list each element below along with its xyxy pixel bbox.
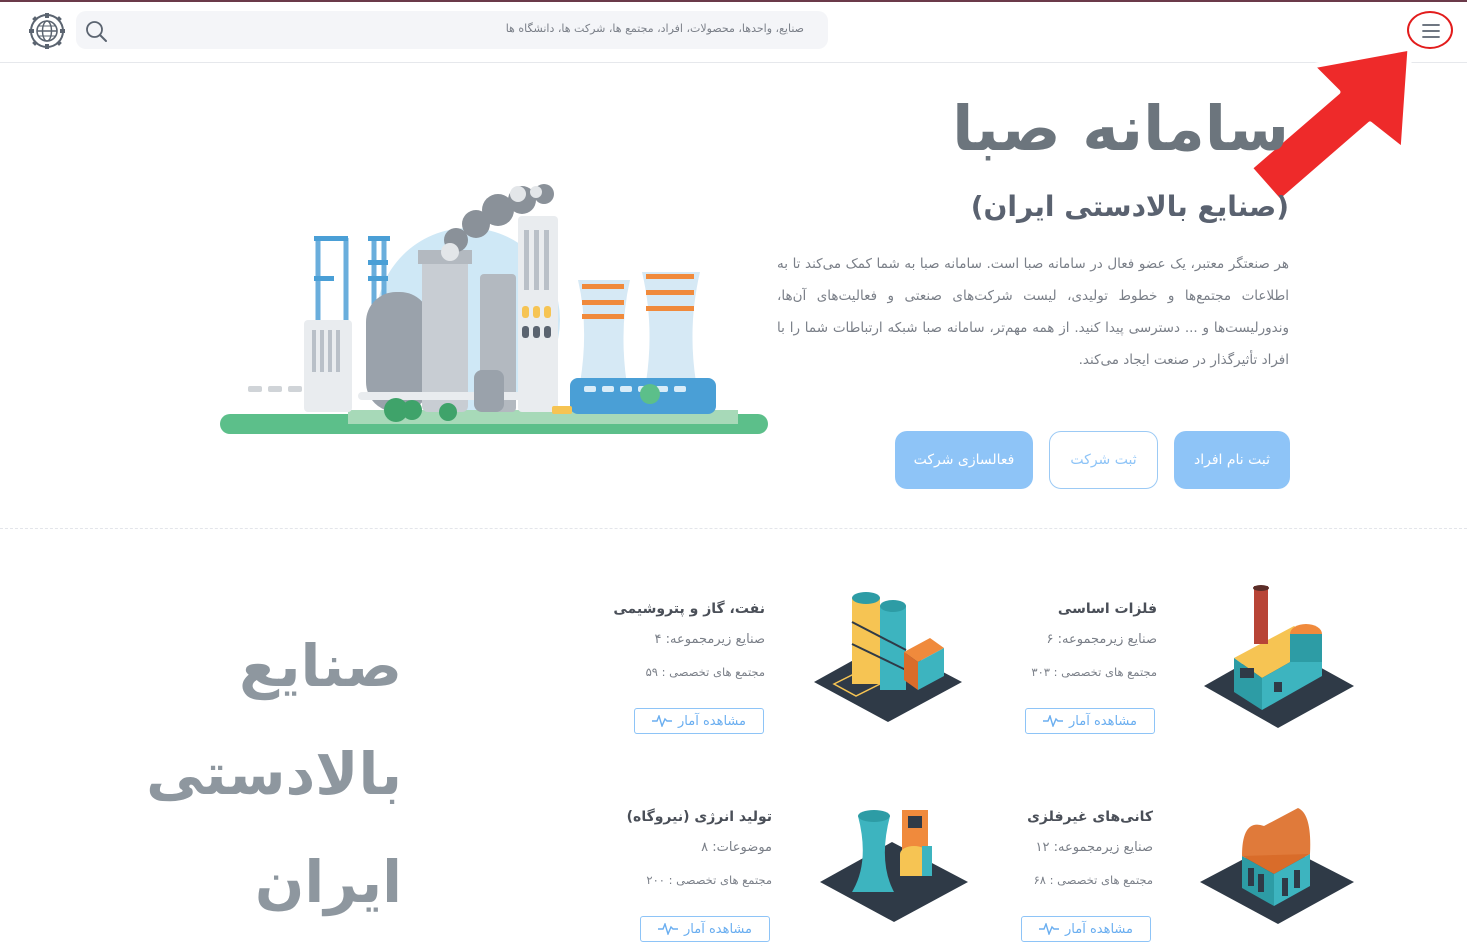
view-stats-label: مشاهده آمار (684, 921, 752, 937)
hero-title: سامانه صبا (952, 92, 1289, 165)
card-subindustries: صنایع زیرمجموعه: ۶ (1046, 632, 1157, 647)
section-divider (0, 528, 1467, 529)
search-placeholder: صنایع، واحدها، محصولات، افراد، مجتمع ها،… (505, 22, 804, 35)
card-complexes: مجتمع های تخصصی : ۵۹ (645, 665, 765, 679)
view-stats-button[interactable]: مشاهده آمار (640, 916, 770, 942)
non-metallic-minerals-illustration (1200, 808, 1354, 924)
card-topics: موضوعات: ۸ (701, 840, 772, 855)
card-complexes: مجتمع های تخصصی : ۲۰۰ (646, 873, 772, 887)
factory-illustration (220, 184, 768, 434)
view-stats-button[interactable]: مشاهده آمار (634, 708, 764, 734)
search-icon[interactable] (84, 19, 108, 43)
power-plant-illustration (820, 810, 968, 922)
view-stats-label: مشاهده آمار (678, 713, 746, 729)
view-stats-button[interactable]: مشاهده آمار (1021, 916, 1151, 942)
oil-gas-illustration (814, 592, 962, 722)
view-stats-label: مشاهده آمار (1069, 713, 1137, 729)
activate-company-button[interactable]: فعالسازی شرکت (895, 431, 1033, 489)
card-title-basic-metals: فلزات اساسی (1057, 601, 1157, 617)
card-complexes: مجتمع های تخصصی : ۶۸ (1033, 873, 1153, 887)
card-title-power-generation: تولید انرژی (نیروگاه) (626, 809, 772, 825)
pulse-icon (652, 715, 673, 727)
hero-description: هر صنعتگر معتبر، یک عضو فعال در سامانه ص… (777, 256, 1289, 368)
globe-gear-icon[interactable] (26, 12, 68, 50)
pulse-icon (1039, 923, 1060, 935)
search-bar[interactable]: صنایع، واحدها، محصولات، افراد، مجتمع ها،… (76, 11, 828, 49)
card-title-non-metallic: کانی‌های غیرفلزی (1027, 809, 1153, 825)
basic-metals-illustration (1204, 585, 1354, 728)
pulse-icon (1043, 715, 1064, 727)
card-complexes: مجتمع های تخصصی : ۳۰۳ (1031, 665, 1157, 679)
register-people-button[interactable]: ثبت نام افراد (1174, 431, 1290, 489)
card-subindustries: صنایع زیرمجموعه: ۴ (654, 632, 765, 647)
register-company-button[interactable]: ثبت شرکت (1049, 431, 1158, 489)
view-stats-label: مشاهده آمار (1065, 921, 1133, 937)
hero-subtitle: (صنایع بالادستی ایران) (970, 190, 1289, 223)
card-title-oil-gas: نفت، گاز و پتروشیمی (613, 601, 765, 617)
card-subindustries: صنایع زیرمجموعه: ۱۲ (1035, 840, 1153, 855)
industries-title: صنایع بالادستی ایران (146, 632, 402, 916)
view-stats-button[interactable]: مشاهده آمار (1025, 708, 1155, 734)
pulse-icon (658, 923, 679, 935)
